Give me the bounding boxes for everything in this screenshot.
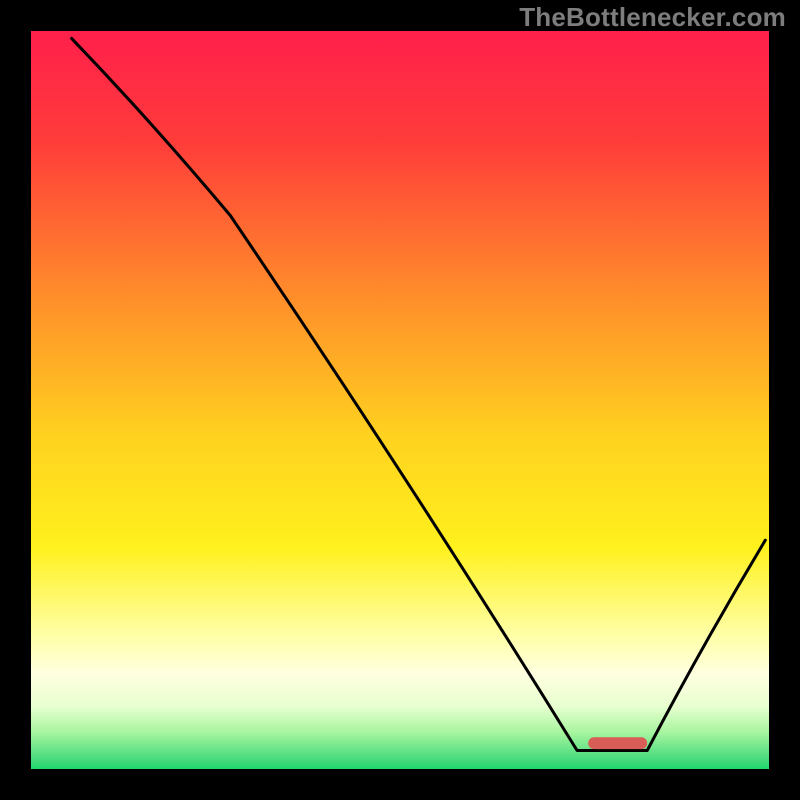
plot-background [31, 31, 769, 769]
watermark-label: TheBottlenecker.com [519, 2, 786, 33]
bottleneck-chart [0, 0, 800, 800]
target-marker [588, 737, 647, 749]
chart-container: TheBottlenecker.com [0, 0, 800, 800]
